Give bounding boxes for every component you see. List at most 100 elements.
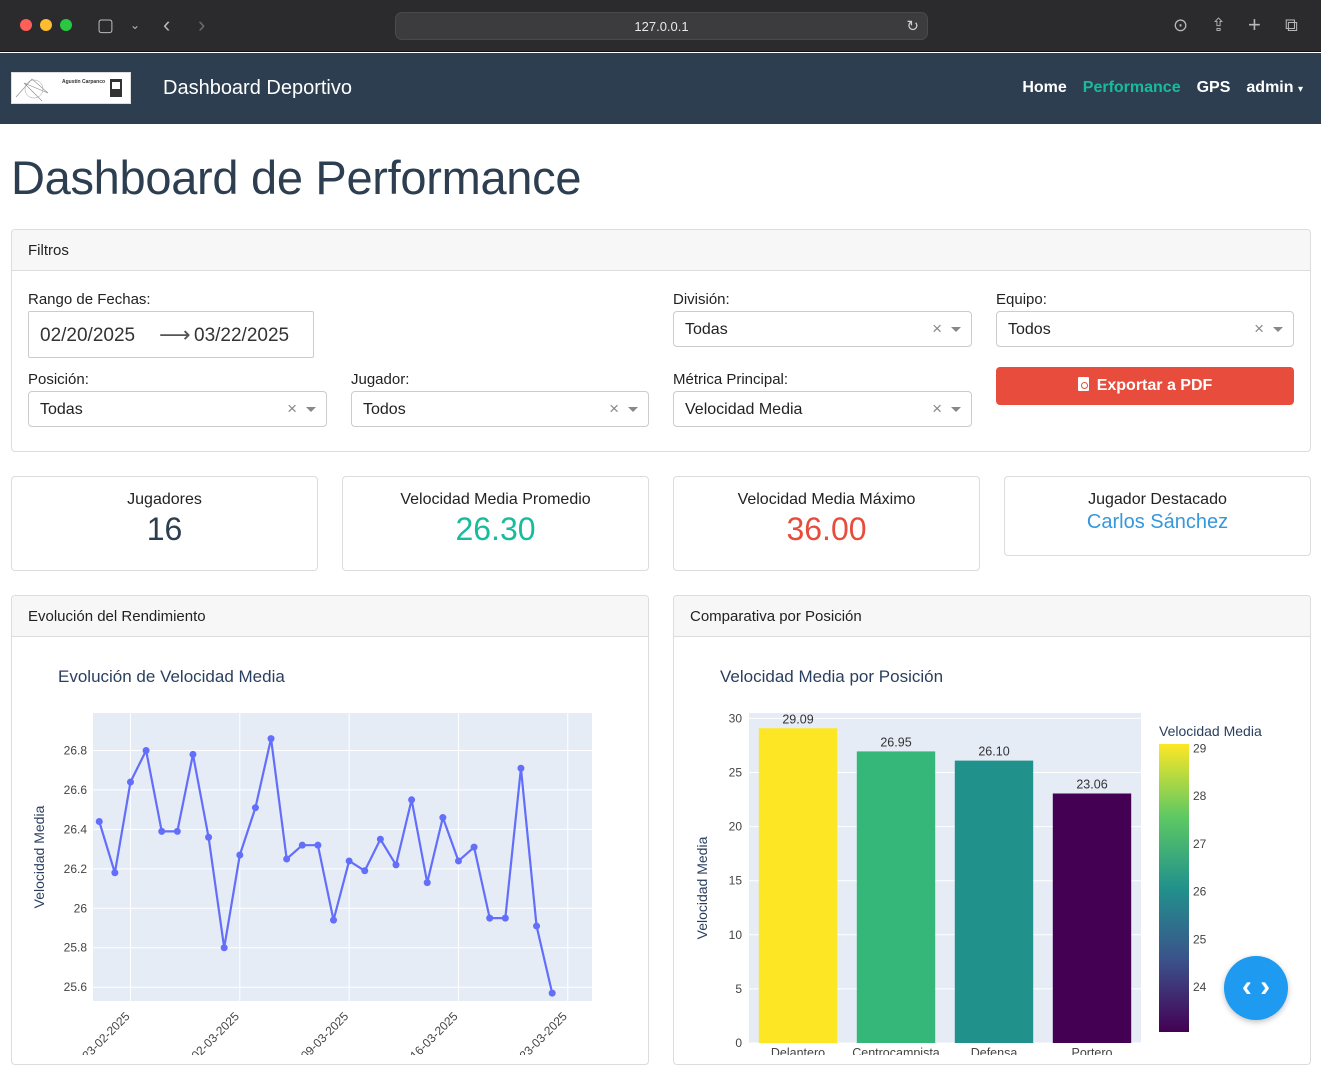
caret-down-icon[interactable] (1273, 327, 1283, 332)
nav-gps-link[interactable]: GPS (1197, 79, 1231, 97)
stat-top-player-value[interactable]: Carlos Sánchez (1005, 511, 1310, 534)
caret-down-icon: ▾ (1297, 84, 1303, 95)
minimize-window-button[interactable] (40, 19, 52, 31)
data-point (533, 922, 541, 930)
evolution-card-header: Evolución del Rendimiento (12, 596, 648, 637)
stat-top-player-title: Jugador Destacado (1088, 491, 1227, 508)
caret-down-icon[interactable] (951, 327, 961, 332)
data-point (126, 778, 134, 786)
y-tick-label: 10 (729, 928, 743, 942)
filters-header: Filtros (12, 230, 1310, 271)
url-text: 127.0.0.1 (634, 19, 689, 34)
clear-icon[interactable]: × (932, 319, 942, 339)
clear-icon[interactable]: × (287, 399, 297, 419)
start-date-input[interactable]: 02/20/2025 (40, 325, 135, 347)
line-chart[interactable]: 25.6 25.8 26 26.2 26.4 26.6 26.8 23-02-2025 02-0… (12, 700, 648, 1055)
line-chart-title: Evolución de Velocidad Media (58, 667, 285, 686)
address-bar[interactable]: 127.0.0.1 ↻ (395, 12, 928, 40)
team-select[interactable]: Todos × (996, 311, 1294, 347)
metric-select[interactable]: Velocidad Media × (673, 391, 972, 427)
bar-value-label: 26.95 (880, 735, 911, 749)
bar-value-label: 23.06 (1076, 777, 1107, 791)
chevron-down-icon[interactable]: ⌄ (130, 14, 140, 36)
share-icon[interactable]: ⇪ (1211, 14, 1226, 36)
new-tab-icon[interactable]: + (1248, 14, 1261, 36)
y-tick-label: 26.6 (64, 783, 88, 797)
data-point (189, 750, 197, 758)
clear-icon[interactable]: × (1254, 319, 1264, 339)
app-navbar: Agustín Carpanco Dashboard Deportivo Hom… (0, 53, 1321, 124)
division-select[interactable]: Todas × (673, 311, 972, 347)
data-point (314, 841, 322, 849)
caret-down-icon[interactable] (628, 407, 638, 412)
date-range-picker[interactable]: 02/20/2025 ⟶ 03/22/2025 (28, 311, 314, 358)
data-point (95, 817, 103, 825)
data-point (111, 869, 119, 877)
data-point (142, 746, 150, 754)
colorbar-tick-label: 24 (1193, 980, 1207, 994)
reload-icon[interactable]: ↻ (906, 17, 919, 35)
caret-down-icon[interactable] (951, 407, 961, 412)
colorbar-tick-label: 29 (1193, 741, 1207, 755)
file-pdf-icon (1077, 377, 1089, 391)
x-tick-label: 09-03-2025 (298, 1009, 352, 1055)
position-select[interactable]: Todas × (28, 391, 327, 427)
clear-icon[interactable]: × (609, 399, 619, 419)
stat-average-title: Velocidad Media Promedio (400, 491, 591, 508)
stat-average-value: 26.30 (455, 511, 536, 547)
download-icon[interactable]: ⊙ (1173, 14, 1188, 36)
team-value: Todos (1008, 321, 1051, 338)
data-point (470, 843, 478, 851)
y-tick-label: 26.8 (64, 743, 88, 757)
data-point (376, 835, 384, 843)
code-toggle-button[interactable]: ‹ › (1224, 956, 1288, 1020)
page-title: Dashboard de Performance (11, 151, 582, 204)
player-select[interactable]: Todos × (351, 391, 649, 427)
brand-logo[interactable]: Agustín Carpanco (11, 72, 131, 104)
x-tick-label: 23-03-2025 (517, 1009, 571, 1055)
division-value: Todas (685, 321, 728, 338)
sidebar-toggle-icon[interactable]: ▢ (97, 14, 114, 36)
data-point (439, 814, 447, 822)
user-menu[interactable]: admin ▾ (1246, 79, 1303, 97)
y-tick-label: 15 (729, 874, 743, 888)
position-label: Posición: (28, 371, 89, 388)
bar (856, 751, 936, 1043)
bar (758, 728, 838, 1043)
tabs-overview-icon[interactable]: ⧉ (1285, 14, 1298, 36)
data-point (361, 867, 369, 875)
metric-label: Métrica Principal: (673, 371, 789, 388)
brand-title[interactable]: Dashboard Deportivo (163, 77, 352, 100)
data-point (330, 916, 338, 924)
nav-home-link[interactable]: Home (1022, 79, 1066, 97)
zoom-window-button[interactable] (60, 19, 72, 31)
data-point (392, 861, 400, 869)
close-window-button[interactable] (20, 19, 32, 31)
x-tick-label: Defensa (971, 1046, 1018, 1055)
colorbar-title: Velocidad Media (1159, 723, 1262, 739)
export-pdf-button[interactable]: Exportar a PDF (996, 367, 1294, 405)
clear-icon[interactable]: × (932, 399, 942, 419)
stat-card-players: Jugadores 16 (11, 476, 318, 571)
nav-performance-link[interactable]: Performance (1083, 79, 1181, 97)
y-tick-label: 5 (735, 982, 742, 996)
y-axis-label: Velocidad Media (31, 805, 47, 908)
data-point (454, 857, 462, 865)
stat-card-top-player: Jugador Destacado Carlos Sánchez (1004, 476, 1311, 556)
arrow-right-icon: ⟶ (159, 322, 191, 347)
data-point (283, 855, 291, 863)
x-tick-label: Delantero (771, 1046, 825, 1055)
end-date-input[interactable]: 03/22/2025 (194, 325, 289, 347)
y-tick-label: 26 (74, 901, 88, 915)
back-icon[interactable]: ‹ (163, 14, 170, 36)
stat-players-title: Jugadores (127, 491, 202, 508)
forward-icon[interactable]: › (198, 14, 205, 36)
logo-text: Agustín Carpanco (62, 79, 106, 85)
player-label: Jugador: (351, 371, 410, 388)
caret-down-icon[interactable] (306, 407, 316, 412)
y-tick-label: 0 (735, 1036, 742, 1050)
data-point (173, 827, 181, 835)
bar-chart[interactable]: 0 5 10 15 20 25 30 29.09 Delantero 26.95 Centrocam… (674, 700, 1310, 1055)
colorbar (1159, 744, 1189, 1032)
y-axis-label: Velocidad Media (694, 836, 710, 939)
